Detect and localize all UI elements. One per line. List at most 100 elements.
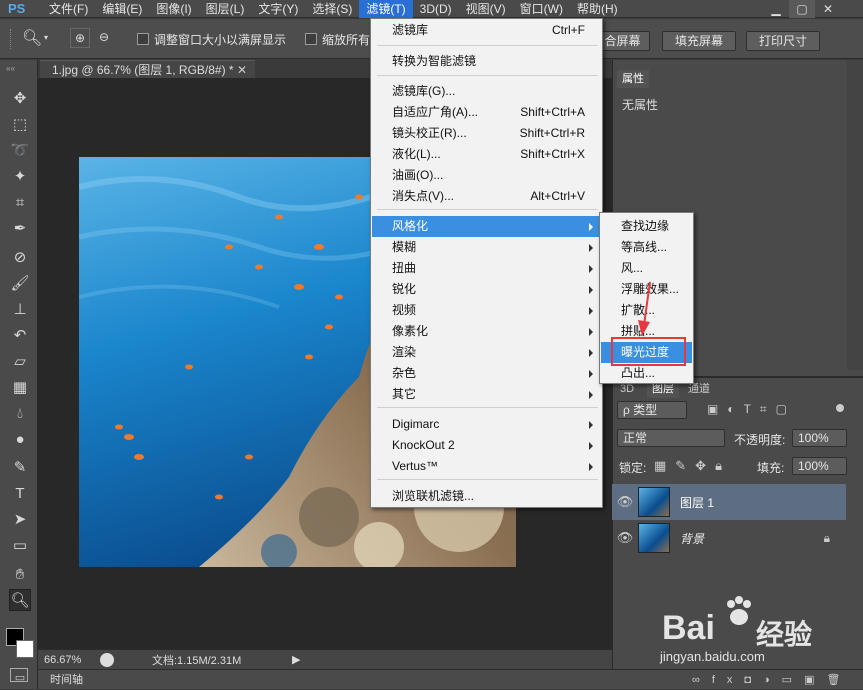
opacity-input[interactable]: 100% [792, 429, 847, 447]
menu-item[interactable]: 帮助(H) [570, 0, 625, 18]
gradient-tool-icon[interactable]: ▦ [9, 376, 31, 398]
zoom-tool-icon[interactable]: 🔍︎ [9, 589, 31, 611]
filter-toggle[interactable] [836, 404, 844, 412]
filter-menu-item[interactable]: 风格化 [372, 216, 601, 237]
menu-item-label: 镜头校正(R)... [392, 126, 467, 140]
menu-item[interactable]: 文件(F) [42, 0, 95, 18]
healing-brush-icon[interactable]: ⊘ [9, 246, 31, 268]
dodge-tool-icon[interactable]: ● [9, 428, 31, 450]
layer-filter-select[interactable]: ρ 类型 [617, 401, 687, 419]
close-icon[interactable]: ✕ [815, 0, 841, 18]
menu-item[interactable]: 图层(L) [199, 0, 252, 18]
menu-item[interactable]: 滤镜(T) [359, 0, 413, 18]
print-size-button[interactable]: 打印尺寸 [746, 31, 820, 51]
menu-item[interactable]: 文字(Y) [251, 0, 305, 18]
fill-screen-button[interactable]: 填充屏幕 [662, 31, 736, 51]
filter-menu-item[interactable]: 锐化 [372, 279, 601, 300]
filter-menu-item[interactable]: 杂色 [372, 363, 601, 384]
clone-stamp-icon[interactable]: ⊥ [9, 298, 31, 320]
lock-icons[interactable]: ▦✎✥🔒︎ [654, 458, 731, 474]
stylize-submenu-item[interactable]: 凸出... [601, 363, 692, 384]
status-icon[interactable] [100, 652, 114, 667]
collapse-icon[interactable]: «« [6, 64, 15, 73]
fill-input[interactable]: 100% [792, 457, 847, 475]
crop-tool-icon[interactable]: ⌗ [9, 191, 31, 213]
filter-menu-item[interactable]: 视频 [372, 300, 601, 321]
visibility-eye-icon[interactable]: 👁︎ [612, 494, 638, 510]
stylize-submenu-item[interactable]: 查找边缘 [601, 216, 692, 237]
minimize-icon[interactable]: ▁ [763, 0, 789, 18]
filter-menu-item[interactable]: 浏览联机滤镜... [372, 486, 601, 507]
filter-menu-item[interactable]: KnockOut 2 [372, 435, 601, 456]
filter-menu-item[interactable]: 液化(L)... Shift+Ctrl+X [372, 144, 601, 165]
document-tab[interactable]: 1.jpg @ 66.7% (图层 1, RGB/8#) * ✕ [40, 60, 255, 78]
filter-menu-item[interactable]: 油画(O)... [372, 165, 601, 186]
tab-properties[interactable]: 属性 [617, 70, 649, 88]
fit-screen-button[interactable]: 合屏幕 [595, 31, 650, 51]
magic-wand-icon[interactable]: ✦ [9, 165, 31, 187]
eyedropper-icon[interactable]: ✒ [9, 217, 31, 239]
restore-icon[interactable]: ▢ [789, 0, 815, 18]
zoom-out-icon[interactable]: ⊖ [94, 28, 114, 48]
filter-menu-item[interactable]: 转换为智能滤镜 [372, 51, 601, 72]
layer-filter-icons[interactable]: ▣◐T⌗▢ [707, 402, 796, 417]
eraser-icon[interactable]: ▱ [9, 350, 31, 372]
shape-tool-icon[interactable]: ▭ [9, 534, 31, 556]
submenu-arrow-icon [589, 391, 593, 399]
chevron-down-icon[interactable]: ▾ [44, 33, 48, 42]
filter-menu-item[interactable]: Vertus™ [372, 456, 601, 477]
layers-panel-footer[interactable]: ∞fx◘◑▭▣🗑︎ [612, 669, 863, 689]
blur-tool-icon[interactable]: 💧︎ [9, 402, 31, 424]
zoom-all-label: 缩放所有 [322, 33, 371, 47]
filter-menu-item[interactable]: 其它 [372, 384, 601, 405]
photoshop-logo: PS [8, 0, 26, 16]
layer-row[interactable]: 👁︎ 背景 🔒︎ [612, 520, 846, 556]
zoom-all-checkbox[interactable] [305, 33, 317, 45]
layer-name[interactable]: 背景 [680, 530, 704, 547]
menu-item-label: 风格化 [392, 219, 429, 233]
visibility-eye-icon[interactable]: 👁︎ [612, 530, 638, 546]
menu-item[interactable]: 图像(I) [149, 0, 198, 18]
filter-menu-item[interactable]: 渲染 [372, 342, 601, 363]
filter-menu-item[interactable]: 扭曲 [372, 258, 601, 279]
lasso-tool-icon[interactable]: ➰ [9, 139, 31, 161]
menu-item[interactable]: 选择(S) [305, 0, 359, 18]
background-color-swatch[interactable] [16, 640, 34, 658]
filter-menu-item[interactable]: 像素化 [372, 321, 601, 342]
stylize-submenu-item[interactable]: 等高线... [601, 237, 692, 258]
filter-menu-item[interactable]: 滤镜库 Ctrl+F [372, 20, 601, 41]
move-tool-icon[interactable]: ✥ [9, 87, 31, 109]
type-tool-icon[interactable]: T [9, 482, 31, 504]
hand-tool-icon[interactable]: ✋︎ [9, 563, 31, 585]
menu-item[interactable]: 视图(V) [459, 0, 513, 18]
stylize-submenu-item[interactable]: 风... [601, 258, 692, 279]
filter-menu-item[interactable]: 滤镜库(G)... [372, 81, 601, 102]
panel-scrollbar[interactable] [847, 60, 863, 370]
resize-window-checkbox[interactable] [137, 33, 149, 45]
close-tab-icon[interactable]: ✕ [237, 61, 247, 79]
menu-item[interactable]: 3D(D) [413, 0, 459, 18]
path-selection-icon[interactable]: ➤ [9, 508, 31, 530]
blend-mode-select[interactable]: 正常 [617, 429, 725, 447]
filter-menu-item[interactable]: 消失点(V)... Alt+Ctrl+V [372, 186, 601, 207]
timeline-icon[interactable]: ▭ [8, 669, 32, 687]
filter-menu-item[interactable]: 自适应广角(A)... Shift+Ctrl+A [372, 102, 601, 123]
pen-tool-icon[interactable]: ✎ [9, 456, 31, 478]
menu-item[interactable]: 窗口(W) [513, 0, 570, 18]
submenu-arrow-icon [589, 328, 593, 336]
filter-menu-item[interactable]: Digimarc [372, 414, 601, 435]
status-arrow-icon[interactable]: ▶ [292, 653, 300, 666]
filter-menu-item[interactable]: 镜头校正(R)... Shift+Ctrl+R [372, 123, 601, 144]
brush-tool-icon[interactable]: 🖌︎ [9, 272, 31, 294]
layer-name[interactable]: 图层 1 [680, 494, 714, 511]
zoom-in-icon[interactable]: ⊕ [70, 28, 90, 48]
zoom-level[interactable]: 66.67% [44, 654, 94, 666]
marquee-tool-icon[interactable]: ⬚ [9, 113, 31, 135]
menu-item[interactable]: 编辑(E) [95, 0, 149, 18]
layer-row[interactable]: 👁︎ 图层 1 [612, 484, 846, 520]
filter-menu-item[interactable]: 模糊 [372, 237, 601, 258]
timeline-tab[interactable]: 时间轴 [38, 669, 612, 689]
history-brush-icon[interactable]: ↶ [9, 324, 31, 346]
zoom-tool-icon[interactable]: 🔍︎ [22, 28, 42, 48]
submenu-arrow-icon [589, 286, 593, 294]
